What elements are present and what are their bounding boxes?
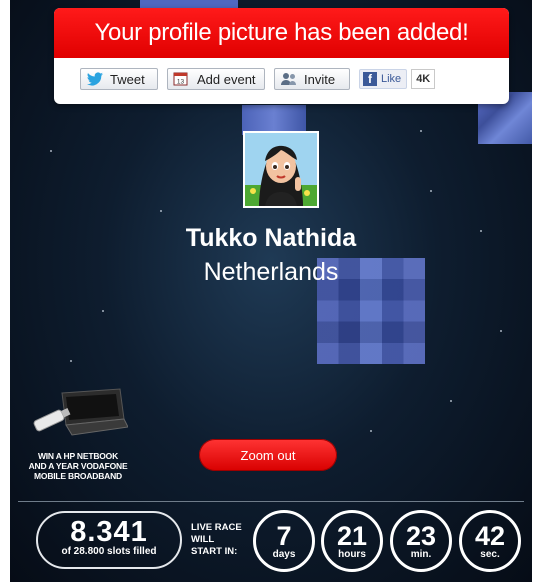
promo-line-2: AND A YEAR VODAFONE <box>28 461 128 471</box>
avatar-cartoon-image <box>245 133 317 206</box>
wall-canvas[interactable]: Your profile picture has been added! Twe… <box>10 0 532 582</box>
calendar-day: 13 <box>177 79 185 86</box>
facebook-like-label: Like <box>381 73 402 85</box>
profile-name: Tukko Nathida <box>185 224 357 252</box>
star <box>370 430 372 432</box>
live-race-line-3: START IN: <box>191 546 238 557</box>
countdown-seconds-unit: sec. <box>480 549 500 560</box>
countdown-hours-value: 21 <box>336 521 368 551</box>
people-icon <box>280 72 298 86</box>
star <box>70 360 72 362</box>
profile-avatar[interactable] <box>243 131 319 208</box>
countdown-minutes: 23 min. <box>390 510 452 572</box>
promo-line-3: MOBILE BROADBAND <box>34 471 122 481</box>
netbook-modem-image <box>33 388 128 436</box>
star <box>420 130 422 132</box>
profile-country: Netherlands <box>203 258 339 286</box>
star <box>102 310 104 312</box>
popup-message: Your profile picture has been added! <box>54 8 509 58</box>
live-race-label: LIVE RACE WILL START IN: <box>191 522 242 558</box>
star <box>500 330 502 332</box>
facebook-like-widget: f Like 4K <box>359 69 436 89</box>
facebook-like-button[interactable]: f Like <box>359 69 408 89</box>
countdown-minutes-unit: min. <box>410 549 432 560</box>
zoom-out-button[interactable]: Zoom out <box>199 439 337 471</box>
profile-added-popup: Your profile picture has been added! Twe… <box>54 8 509 104</box>
live-race-line-1: LIVE RACE <box>191 522 242 533</box>
star <box>50 150 52 152</box>
countdown-minutes-value: 23 <box>405 521 437 551</box>
countdown-seconds: 42 sec. <box>459 510 521 572</box>
tweet-label: Tweet <box>110 71 145 87</box>
countdown-days: 7 days <box>253 510 315 572</box>
add-event-button[interactable]: 13 Add event <box>167 68 265 90</box>
add-event-label: Add event <box>197 71 256 87</box>
countdown-seconds-value: 42 <box>474 521 506 551</box>
invite-label: Invite <box>304 71 336 87</box>
calendar-icon: 13 <box>173 72 191 86</box>
promo-line-1: WIN A HP NETBOOK <box>37 451 119 461</box>
slots-filled-counter: 8.341 of 28.800 slots filled <box>36 511 182 569</box>
divider <box>18 501 524 502</box>
slots-filled-number: 8.341 <box>70 516 148 548</box>
star <box>160 210 162 212</box>
tweet-button[interactable]: Tweet <box>80 68 158 90</box>
star <box>430 190 432 192</box>
slots-total-text: of 28.800 slots filled <box>61 546 157 557</box>
countdown-hours: 21 hours <box>321 510 383 572</box>
live-race-line-2: WILL <box>191 534 215 545</box>
facebook-like-count: 4K <box>411 69 436 89</box>
invite-button[interactable]: Invite <box>274 68 350 90</box>
star <box>450 400 452 402</box>
netbook-promo[interactable]: WIN A HP NETBOOK AND A YEAR VODAFONE MOB… <box>26 385 130 481</box>
countdown-hours-unit: hours <box>338 549 366 560</box>
countdown-days-value: 7 <box>276 521 292 551</box>
twitter-bird-icon <box>86 72 104 86</box>
share-bar: Tweet 13 Add event Invite f Like 4K <box>80 68 436 90</box>
promo-text: WIN A HP NETBOOK AND A YEAR VODAFONE MOB… <box>26 451 130 481</box>
facebook-icon: f <box>363 72 377 86</box>
countdown-days-unit: days <box>272 549 296 560</box>
